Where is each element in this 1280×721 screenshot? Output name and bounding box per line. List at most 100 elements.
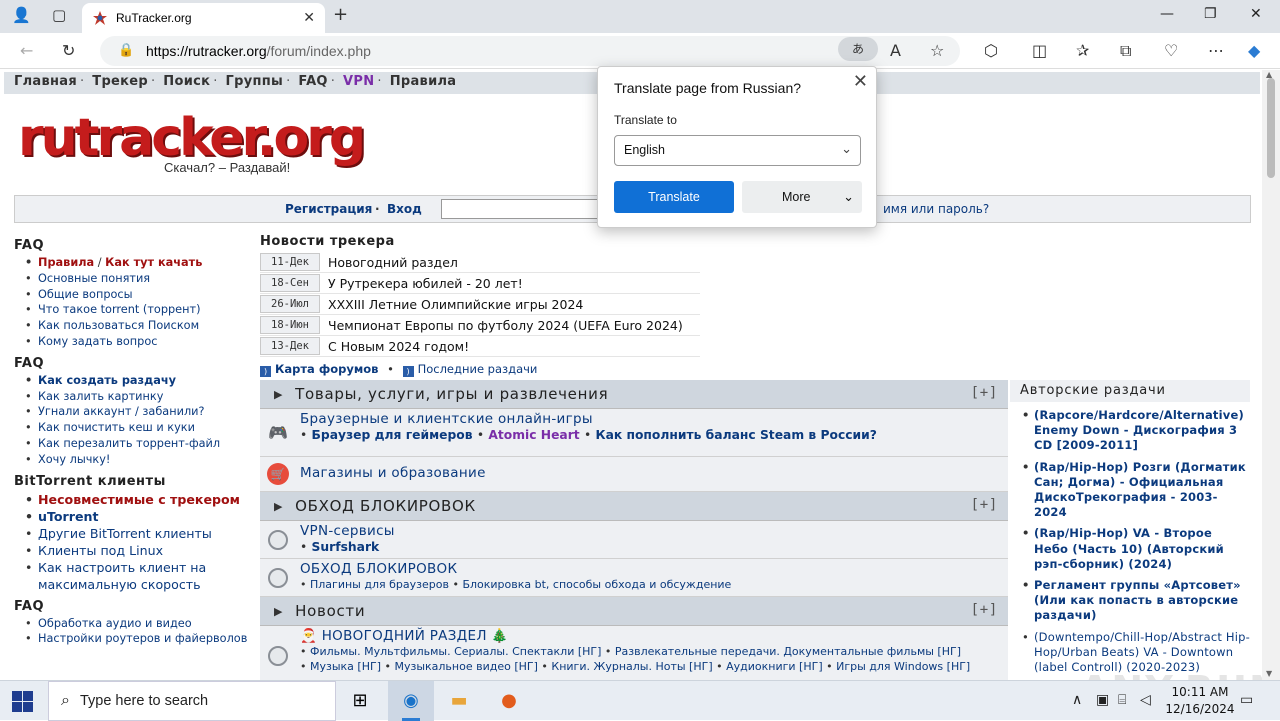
category-title[interactable]: ОБХОД БЛОКИРОВОК (295, 497, 476, 515)
subforum-link[interactable]: Аудиокниги [НГ] (726, 660, 823, 673)
expand-toggle[interactable]: [+] (971, 385, 998, 401)
windows-start-icon[interactable] (12, 691, 34, 713)
favorite-star-icon[interactable]: ☆ (930, 41, 944, 60)
nav-vpn[interactable]: VPN (343, 74, 374, 89)
forum-title[interactable]: Магазины и образование (300, 465, 1004, 481)
sidebar-link[interactable]: Кому задать вопрос (14, 334, 254, 350)
forum-title[interactable]: Браузерные и клиентские онлайн-игры (300, 411, 1004, 427)
profile-icon[interactable]: 👤 (12, 6, 31, 24)
subforum-link[interactable]: Браузер для геймеров (312, 428, 473, 442)
subforum-link[interactable]: Книги. Журналы. Ноты [НГ] (551, 660, 712, 673)
category-header[interactable]: ▶ ОБХОД БЛОКИРОВОК [+] (260, 492, 1008, 521)
subforum-link[interactable]: Блокировка bt, способы обхода и обсужден… (462, 578, 731, 591)
file-explorer-icon[interactable]: ▬ (447, 689, 471, 713)
sidebar-link[interactable]: Другие BitTorrent клиенты (14, 525, 254, 542)
news-text[interactable]: У Рутрекера юбилей - 20 лет! (320, 276, 523, 291)
network-icon[interactable]: ⌸ (1118, 692, 1126, 708)
more-menu-icon[interactable]: ⋯ (1208, 41, 1224, 60)
nav-search[interactable]: Поиск (163, 74, 210, 89)
forum-map-link[interactable]: Карта форумов (275, 362, 378, 376)
news-row[interactable]: 18-Июн Чемпионат Европы по футболу 2024 (… (260, 315, 700, 336)
site-logo[interactable]: rutracker.org Скачал? – Раздавай! (18, 108, 366, 178)
maximize-icon[interactable]: ❐ (1204, 6, 1217, 22)
translate-button[interactable]: Translate (614, 181, 734, 213)
split-screen-icon[interactable]: ◫ (1032, 41, 1047, 60)
refresh-icon[interactable]: ↻ (62, 41, 75, 60)
tab-rutracker[interactable]: RuTracker.org ✕ (82, 3, 325, 33)
taskbar-search[interactable]: ⌕ Type here to search (48, 681, 336, 721)
author-release-link[interactable]: (Rap/Hip-Hop) Розги (Догматик Сан; Догма… (1010, 460, 1250, 521)
utorrent-link[interactable]: uTorrent (14, 508, 254, 525)
subforum-link[interactable]: в России? (808, 428, 876, 442)
edge-icon[interactable]: ◉ (399, 689, 423, 713)
scroll-down-icon[interactable]: ▼ (1266, 669, 1272, 678)
collections-icon[interactable]: ⧉ (1120, 41, 1131, 61)
sidebar-link[interactable]: Как почистить кеш и куки (14, 420, 254, 436)
login-link[interactable]: Вход (387, 202, 422, 216)
rules-link[interactable]: Правила (38, 256, 94, 269)
sidebar-link[interactable]: Основные понятия (14, 271, 254, 287)
latest-releases-link[interactable]: Последние раздачи (418, 362, 538, 376)
firefox-icon[interactable]: ● (497, 689, 521, 713)
nav-faq[interactable]: FAQ (298, 74, 327, 89)
sidebar-link[interactable]: Как перезалить торрент-файл (14, 436, 254, 452)
news-row[interactable]: 11-Дек Новогодний раздел (260, 252, 700, 273)
author-release-link[interactable]: Регламент группы «Артсовет» (Или как поп… (1010, 578, 1250, 624)
minimize-icon[interactable]: — (1160, 6, 1174, 22)
volume-icon[interactable]: ◁ (1140, 692, 1151, 708)
news-text[interactable]: С Новым 2024 годом! (320, 339, 469, 354)
subforum-link[interactable]: Музыкальное видео [НГ] (394, 660, 537, 673)
translate-icon[interactable]: あ (838, 37, 878, 61)
author-release-link[interactable]: (Rap/Hip-Hop) VA - Второе Небо (Часть 10… (1010, 526, 1250, 572)
sidebar-link[interactable]: Обработка аудио и видео (14, 616, 254, 632)
subforum-link[interactable]: Steam (760, 428, 804, 442)
subforum-link[interactable]: Игры для Windows [НГ] (836, 660, 970, 673)
author-release-link[interactable]: (Rapcore/Hardcore/Alternative) Enemy Dow… (1010, 408, 1250, 454)
copilot-icon[interactable]: ◆ (1248, 41, 1260, 60)
clock[interactable]: 10:11 AM 12/16/2024 (1160, 684, 1240, 718)
register-link[interactable]: Регистрация (285, 202, 372, 216)
popup-close-icon[interactable]: ✕ (853, 71, 868, 92)
sidebar-link[interactable]: Настройки роутеров и файерволов (14, 631, 254, 647)
subforum-link[interactable]: Atomic Heart (488, 428, 579, 442)
nav-rules[interactable]: Правила (390, 74, 457, 89)
lock-icon[interactable]: 🔒 (118, 42, 134, 58)
nav-groups[interactable]: Группы (226, 74, 284, 89)
subforum-link[interactable]: Развлекательные передачи. Документальные… (615, 645, 961, 658)
sidebar-link[interactable]: Как залить картинку (14, 389, 254, 405)
sidebar-link[interactable]: Угнали аккаунт / забанили? (14, 404, 254, 420)
nav-tracker[interactable]: Трекер (92, 74, 148, 89)
performance-icon[interactable]: ♡ (1164, 41, 1178, 60)
news-text[interactable]: XXXIII Летние Олимпийские игры 2024 (320, 297, 583, 312)
category-header[interactable]: ▶ Новости [+] (260, 597, 1008, 626)
extensions-icon[interactable]: ⬡ (984, 41, 998, 60)
address-field[interactable]: 🔒 https://rutracker.org/forum/index.php (100, 36, 960, 66)
tray-device-icon[interactable]: ▣ (1096, 692, 1109, 708)
forum-title[interactable]: ОБХОД БЛОКИРОВОК (300, 561, 1004, 577)
subforum-link[interactable]: Плагины для браузеров (310, 578, 449, 591)
category-header[interactable]: ▶ Товары, услуги, игры и развлечения [+] (260, 380, 1008, 409)
sidebar-link[interactable]: Как пользоваться Поиском (14, 318, 254, 334)
tab-actions-icon[interactable]: ▢ (52, 6, 66, 24)
news-row[interactable]: 18-Сен У Рутрекера юбилей - 20 лет! (260, 273, 700, 294)
forgot-password-link[interactable]: имя или пароль? (883, 202, 989, 216)
tray-chevron-up-icon[interactable]: ∧ (1072, 692, 1082, 708)
back-icon[interactable]: ← (20, 41, 33, 60)
create-release-link[interactable]: Как создать раздачу (14, 373, 254, 389)
news-row[interactable]: 26-Июл XXXIII Летние Олимпийские игры 202… (260, 294, 700, 315)
forum-title[interactable]: НОВОГОДНИЙ РАЗДЕЛ (322, 628, 487, 644)
news-text[interactable]: Чемпионат Европы по футболу 2024 (UEFA E… (320, 318, 683, 333)
subforum-link[interactable]: Фильмы. Мультфильмы. Сериалы. Спектакли … (310, 645, 601, 658)
window-close-icon[interactable]: ✕ (1250, 6, 1262, 22)
more-button[interactable]: More ⌄ (742, 181, 862, 213)
sidebar-link[interactable]: Общие вопросы (14, 287, 254, 303)
notification-icon[interactable]: ▭ (1240, 692, 1253, 708)
incompatible-clients-link[interactable]: Несовместимые с трекером (14, 491, 254, 508)
forum-title[interactable]: VPN-сервисы (300, 523, 1004, 539)
favorites-icon[interactable]: ✰ (1076, 41, 1089, 60)
subforum-link[interactable]: Музыка [НГ] (310, 660, 381, 673)
sidebar-link[interactable]: Как настроить клиент на максимальную ско… (14, 559, 254, 593)
subforum-link[interactable]: Как пополнить баланс (596, 428, 756, 442)
new-tab-icon[interactable]: + (333, 4, 348, 25)
scroll-thumb[interactable] (1267, 78, 1275, 178)
